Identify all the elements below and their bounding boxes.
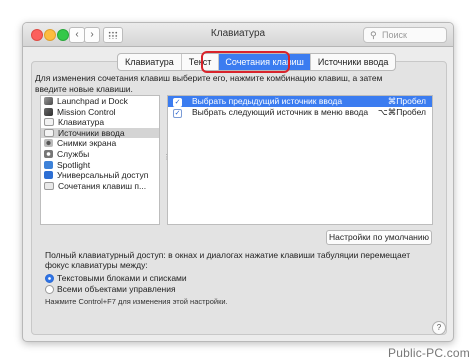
launchpad-icon — [44, 97, 53, 105]
watermark: Public-PC.com — [388, 346, 470, 360]
highlight-frame — [201, 51, 290, 73]
search-placeholder: Поиск — [382, 30, 407, 40]
tab-input-sources[interactable]: Источники ввода — [311, 54, 395, 70]
category-services[interactable]: Службы — [41, 149, 159, 160]
keyboard-access-text: Полный клавиатурный доступ: в окнах и ди… — [45, 250, 411, 270]
category-label: Сочетания клавиш п... — [58, 180, 147, 191]
search-icon: ⚲ — [370, 30, 377, 40]
shortcut-keys[interactable]: ⌥⌘Пробел — [378, 107, 426, 118]
radio-label: Текстовыми блоками и списками — [57, 273, 187, 283]
instructions-text: Для изменения сочетания клавиш выберите … — [35, 73, 383, 94]
shortcut-keys[interactable]: ⌘Пробел — [388, 96, 426, 107]
category-label: Службы — [57, 148, 90, 159]
shortcut-checkbox[interactable]: ✓ — [173, 97, 182, 107]
category-keyboard[interactable]: Клавиатура — [41, 117, 159, 128]
shortcut-row[interactable]: ✓ Выбрать предыдущий источник ввода ⌘Про… — [168, 96, 432, 107]
keyboard-preferences-window: ‹ › Клавиатура ⚲ Поиск Клавиатура Текст … — [22, 22, 454, 342]
shortcut-checkbox[interactable]: ✓ — [173, 108, 182, 118]
keyboard-icon — [44, 118, 54, 127]
shortcut-row[interactable]: ✓ Выбрать следующий источник в меню ввод… — [168, 107, 432, 118]
category-label: Источники ввода — [58, 127, 125, 138]
spotlight-icon — [44, 160, 53, 169]
search-field[interactable]: ⚲ Поиск — [363, 27, 447, 43]
category-input-sources[interactable]: Источники ввода — [41, 127, 159, 139]
input-sources-icon — [44, 128, 54, 137]
category-label: Spotlight — [57, 159, 91, 170]
category-launchpad-dock[interactable]: Launchpad и Dock — [41, 96, 159, 107]
category-label: Клавиатура — [58, 117, 105, 128]
hint-text: Нажмите Control+F7 для изменения этой на… — [45, 297, 228, 306]
category-app-shortcuts[interactable]: Сочетания клавиш п... — [41, 181, 159, 192]
accessibility-icon — [44, 171, 53, 180]
radio-label: Всеми объектами управления — [57, 284, 176, 294]
screenshot-icon — [44, 139, 53, 148]
radio-selected-icon[interactable] — [45, 274, 54, 283]
category-list: Launchpad и Dock Mission Control Клавиат… — [40, 95, 160, 225]
category-screenshots[interactable]: Снимки экрана — [41, 138, 159, 149]
restore-defaults-button[interactable]: Настройки по умолчанию — [326, 230, 432, 245]
category-label: Mission Control — [57, 106, 116, 117]
category-label: Универсальный доступ — [57, 170, 149, 181]
category-spotlight[interactable]: Spotlight — [41, 160, 159, 171]
app-shortcuts-icon — [44, 181, 54, 190]
help-button[interactable]: ? — [432, 321, 446, 335]
tab-keyboard[interactable]: Клавиатура — [118, 54, 182, 70]
title-bar: ‹ › Клавиатура ⚲ Поиск — [23, 23, 453, 47]
mission-control-icon — [44, 107, 53, 116]
shortcut-label: Выбрать предыдущий источник ввода — [192, 96, 343, 106]
category-accessibility[interactable]: Универсальный доступ — [41, 170, 159, 181]
category-mission-control[interactable]: Mission Control — [41, 107, 159, 118]
shortcut-label: Выбрать следующий источник в меню ввода — [192, 107, 369, 117]
gear-icon — [44, 149, 53, 158]
category-label: Снимки экрана — [57, 138, 117, 149]
category-label: Launchpad и Dock — [57, 96, 128, 106]
shortcut-list: ✓ Выбрать предыдущий источник ввода ⌘Про… — [167, 95, 433, 225]
radio-unselected-icon[interactable] — [45, 285, 54, 294]
